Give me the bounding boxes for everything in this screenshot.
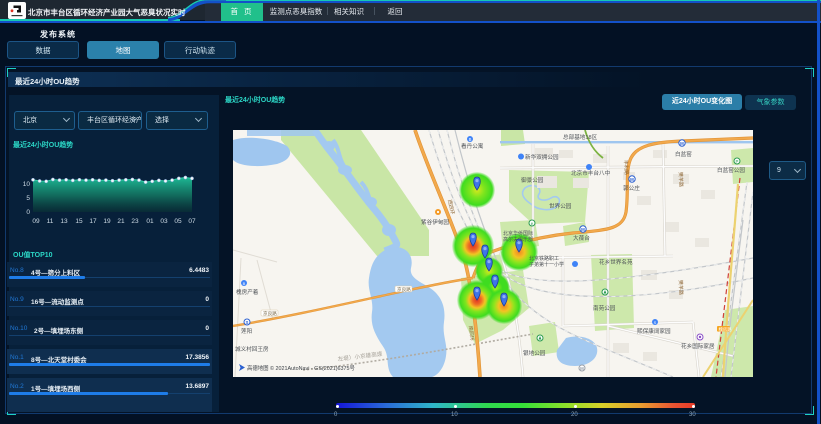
svg-text:白盆窑: 白盆窑 <box>675 150 692 158</box>
svg-text:槐房路: 槐房路 <box>719 326 733 333</box>
svg-text:M: M <box>580 366 584 371</box>
svg-text:御景公园: 御景公园 <box>521 176 544 184</box>
svg-text:S: S <box>246 320 249 325</box>
svg-text:S: S <box>654 320 657 325</box>
svg-text:新华双拥公园: 新华双拥公园 <box>525 153 559 161</box>
svg-text:09: 09 <box>32 218 40 225</box>
svg-text:花乡国际家居: 花乡国际家居 <box>681 342 715 350</box>
svg-text:紫谷伊甸园: 紫谷伊甸园 <box>421 218 449 226</box>
svg-text:11: 11 <box>47 218 54 225</box>
svg-text:总部基地18区: 总部基地18区 <box>563 133 598 141</box>
svg-text:京良路: 京良路 <box>397 286 411 293</box>
svg-text:15: 15 <box>75 218 83 225</box>
svg-text:0: 0 <box>26 209 30 216</box>
svg-text:南苑公园: 南苑公园 <box>593 304 616 312</box>
svg-text:莲阳: 莲阳 <box>241 327 253 335</box>
svg-text:05: 05 <box>174 218 182 225</box>
svg-text:北京华侨国际: 北京华侨国际 <box>503 230 533 237</box>
svg-text:京良路: 京良路 <box>263 310 277 317</box>
svg-text:13: 13 <box>60 218 68 225</box>
svg-text:17: 17 <box>89 218 97 225</box>
svg-text:10: 10 <box>23 181 31 188</box>
svg-text:M: M <box>680 141 684 146</box>
svg-text:01: 01 <box>146 218 154 225</box>
svg-text:子弟第十一小学: 子弟第十一小学 <box>529 261 564 268</box>
svg-text:高尔夫俱乐部: 高尔夫俱乐部 <box>503 236 533 243</box>
svg-text:B: B <box>243 281 246 286</box>
svg-text:城义村回王房: 城义村回王房 <box>235 345 269 353</box>
svg-text:高德地图 © 2021AutoNavi - GS(2021): 高德地图 © 2021AutoNavi - GS(2021)6375号 <box>247 364 356 372</box>
svg-text:花乡世界名苑: 花乡世界名苑 <box>599 258 633 266</box>
svg-text:5: 5 <box>26 195 30 202</box>
svg-text:银地公园: 银地公园 <box>523 349 546 357</box>
svg-text:19: 19 <box>103 218 111 225</box>
svg-text:21: 21 <box>117 218 125 225</box>
svg-text:北京铁路职工: 北京铁路职工 <box>529 255 559 262</box>
svg-text:世界公园: 世界公园 <box>549 202 572 210</box>
svg-text:03: 03 <box>160 218 168 225</box>
svg-text:07: 07 <box>188 218 196 225</box>
svg-text:北京市丰台八中: 北京市丰台八中 <box>571 169 611 177</box>
svg-text:看丹公寓: 看丹公寓 <box>461 142 484 150</box>
svg-text:樊羊路: 樊羊路 <box>677 172 685 187</box>
svg-text:M: M <box>630 177 634 182</box>
svg-text:熙保康阔家园: 熙保康阔家园 <box>637 327 671 335</box>
svg-text:23: 23 <box>131 218 139 225</box>
svg-text:白盆窑公园: 白盆窑公园 <box>717 166 745 174</box>
svg-text:大葆台: 大葆台 <box>573 234 590 242</box>
svg-text:B: B <box>469 137 472 142</box>
svg-text:槐房产着: 槐房产着 <box>236 288 259 296</box>
svg-text:樊羊路: 樊羊路 <box>677 280 685 295</box>
svg-text:M: M <box>581 227 585 232</box>
svg-text:郭公庄: 郭公庄 <box>623 184 640 192</box>
svg-text:丰利路: 丰利路 <box>622 160 630 175</box>
svg-text:P: P <box>736 159 739 164</box>
